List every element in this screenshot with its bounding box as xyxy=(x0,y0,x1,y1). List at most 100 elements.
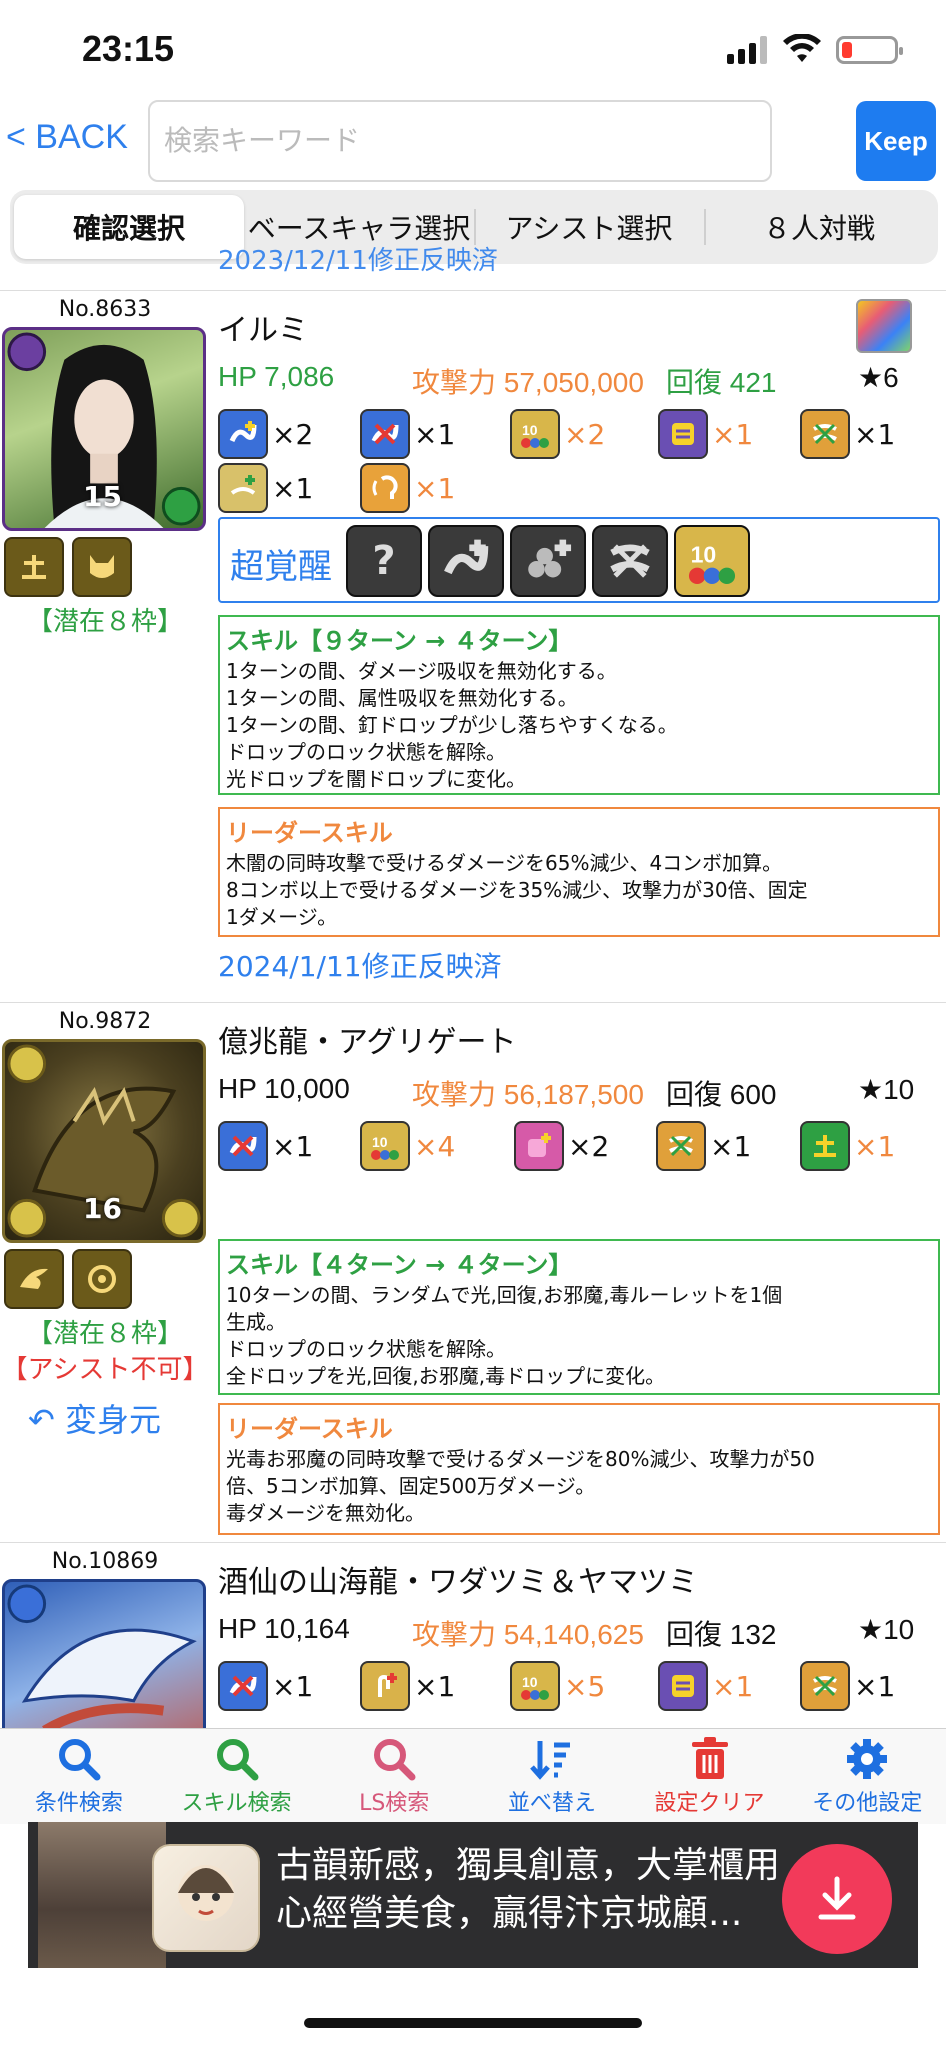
monster-portrait[interactable]: 15 xyxy=(2,327,206,531)
clear-settings-button[interactable]: 設定クリア xyxy=(631,1729,789,1824)
awakening-count: ×1 xyxy=(414,417,456,451)
condition-search-button[interactable]: 条件検索 xyxy=(0,1729,158,1824)
back-button[interactable]: < BACK xyxy=(6,118,128,157)
leader-skill-line: 木闇の同時攻撃で受けるダメージを65%減少、4コンボ加算。 xyxy=(226,851,783,875)
skill-bind-resist-icon xyxy=(218,1121,268,1171)
ad-line-1: 古韻新感，獨具創意，大掌櫃用 xyxy=(276,1845,781,1886)
latent-machine-killer-icon xyxy=(72,1249,132,1309)
awakening-count: ×5 xyxy=(564,1669,606,1703)
ten-combo-plus-icon: 10 xyxy=(510,1661,560,1711)
transform-origin-link[interactable]: ↶ 変身元 xyxy=(28,1395,161,1441)
ad-banner[interactable]: 古韻新感，獨具創意，大掌櫃用 心經營美食，贏得汴京城顧... xyxy=(28,1822,918,1968)
leader-skill-line: 8コンボ以上で受けるダメージを35%減少、攻撃力が30倍、固定 xyxy=(226,878,808,902)
cloud-resist-icon xyxy=(218,463,268,513)
jammer-resist-icon[interactable] xyxy=(592,525,668,597)
drop-enhance-plus-icon[interactable] xyxy=(510,525,586,597)
hp-value: HP 10,164 xyxy=(218,1613,350,1644)
rarity: ★6 xyxy=(858,362,899,393)
home-indicator[interactable] xyxy=(304,2018,642,2028)
awakening-count: ×1 xyxy=(710,1129,752,1163)
sort-button[interactable]: 並べ替え xyxy=(473,1729,631,1824)
awakening-count: ×1 xyxy=(414,471,456,505)
skill-title: スキル【４ターン → ４ターン】 xyxy=(226,1251,573,1279)
tab-confirm-select[interactable]: 確認選択 xyxy=(14,195,244,259)
leader-skill-title: リーダースキル xyxy=(226,1415,393,1443)
finger-extend-icon xyxy=(360,1661,410,1711)
attack-value: 攻撃力 54,140,625 xyxy=(412,1619,644,1650)
trash-icon xyxy=(691,1737,728,1779)
skill-line: 生成。 xyxy=(226,1310,286,1334)
list-item[interactable]: No.10869 酒仙の山海龍・ワダツミ＆ヤマツミ HP 10,164 攻撃力 … xyxy=(0,1543,946,1730)
skill-boost-plus-icon[interactable] xyxy=(428,525,504,597)
skill-line: ドロップのロック状態を解除。 xyxy=(226,740,506,764)
awakening: ×2 xyxy=(218,409,313,459)
download-button[interactable] xyxy=(782,1844,892,1954)
awakening: ×2 xyxy=(514,1121,609,1171)
svg-text:10: 10 xyxy=(522,1674,538,1690)
battery-icon xyxy=(836,36,903,64)
awakening-count: ×1 xyxy=(854,417,896,451)
gear-icon xyxy=(847,1739,888,1779)
search-input[interactable] xyxy=(148,100,772,182)
ten-combo-plus-icon[interactable]: 10 xyxy=(674,525,750,597)
list-item[interactable]: No.8633 15 【潜在８枠】 イルミ HP 7,086 攻撃力 57,05… xyxy=(0,291,946,1003)
leader-skill-box: リーダースキル 木闇の同時攻撃で受けるダメージを65%減少、4コンボ加算。 8コ… xyxy=(218,807,940,937)
skill-search-button[interactable]: スキル検索 xyxy=(158,1729,316,1824)
super-awakening-icons: ? 10 xyxy=(346,525,750,597)
ad-screenshot xyxy=(38,1822,166,1968)
leader-skill-title: リーダースキル xyxy=(226,819,393,847)
leader-skill-box: リーダースキル 光毒お邪魔の同時攻撃で受けるダメージを80%減少、攻撃力が50 … xyxy=(218,1403,940,1535)
latent-awakenings xyxy=(4,537,132,597)
tab-eight-player[interactable]: ８人対戦 xyxy=(704,195,934,259)
keep-button[interactable]: Keep xyxy=(856,101,936,181)
awakening-count: ×1 xyxy=(414,1669,456,1703)
rarity: ★10 xyxy=(858,1074,915,1105)
awakening: ×1 xyxy=(360,463,455,513)
ten-combo-plus-icon: 10 xyxy=(360,1121,410,1171)
attribute-absorb-icon xyxy=(658,1661,708,1711)
latent-slot-count: 【潜在８枠】 xyxy=(26,1319,183,1349)
tool-label: その他設定 xyxy=(812,1791,923,1816)
ten-combo-plus-icon: 10 xyxy=(510,409,560,459)
ad-line-2: 心經營美食，贏得汴京城顧... xyxy=(276,1893,743,1934)
unknown-awakening-icon[interactable]: ? xyxy=(346,525,422,597)
other-settings-button[interactable]: その他設定 xyxy=(788,1729,946,1824)
latent-slot-count: 【潜在８枠】 xyxy=(26,607,183,637)
monster-portrait[interactable]: 16 xyxy=(2,1039,206,1243)
awakening: ×1 xyxy=(360,409,455,459)
awakening-count: ×2 xyxy=(564,417,606,451)
awakening: ×1 xyxy=(658,409,753,459)
monster-stats: HP 7,086 攻撃力 57,050,000 回復 421 ★6 xyxy=(218,361,938,398)
voice-awakening-icon xyxy=(360,463,410,513)
jammer-resist-icon xyxy=(800,1661,850,1711)
undo-arrow-icon: ↶ xyxy=(28,1401,55,1439)
svg-text:10: 10 xyxy=(691,542,717,568)
latent-balance-icon xyxy=(4,537,64,597)
monster-level: 15 xyxy=(83,480,122,513)
tab-assist-select[interactable]: アシスト選択 xyxy=(474,195,704,259)
tool-label: 条件検索 xyxy=(34,1791,123,1816)
portrait-art xyxy=(7,1584,197,1730)
skill-bind-resist-icon xyxy=(218,1661,268,1711)
skill-box: スキル【４ターン → ４ターン】 10ターンの間、ランダムで光,回復,お邪魔,毒… xyxy=(218,1239,940,1395)
leader-skill-line: 光毒お邪魔の同時攻撃で受けるダメージを80%減少、攻撃力が50 xyxy=(226,1447,815,1471)
list-item[interactable]: No.9872 16 【潜在８枠】 【アシスト不可】 ↶ 変身元 億兆龍・アグリ… xyxy=(0,1003,946,1543)
leader-skill-search-button[interactable]: LS検索 xyxy=(315,1729,473,1824)
skill-box: スキル【９ターン → ４ターン】 1ターンの間、ダメージ吸収を無効化する。 1タ… xyxy=(218,615,940,795)
recovery-value: 回復 421 xyxy=(666,367,777,398)
latent-dragon-killer-icon xyxy=(4,1249,64,1309)
skill-line: 1ターンの間、属性吸収を無効化する。 xyxy=(226,686,578,710)
search-icon xyxy=(216,1739,258,1781)
cellular-signal-icon xyxy=(727,36,767,64)
search-icon xyxy=(58,1739,101,1781)
hp-value: HP 7,086 xyxy=(218,361,335,392)
monster-portrait[interactable] xyxy=(2,1579,206,1730)
attack-value: 攻撃力 57,050,000 xyxy=(412,367,644,398)
monster-list[interactable]: No.8633 15 【潜在８枠】 イルミ HP 7,086 攻撃力 57,05… xyxy=(0,290,946,1730)
assist-thumbnail[interactable] xyxy=(856,299,912,353)
wifi-icon xyxy=(783,34,821,62)
jammer-resist-icon xyxy=(800,409,850,459)
attack-value: 攻撃力 56,187,500 xyxy=(412,1079,644,1110)
skill-line: 光ドロップを闇ドロップに変化。 xyxy=(226,767,526,791)
awakening-count: ×1 xyxy=(712,1669,754,1703)
